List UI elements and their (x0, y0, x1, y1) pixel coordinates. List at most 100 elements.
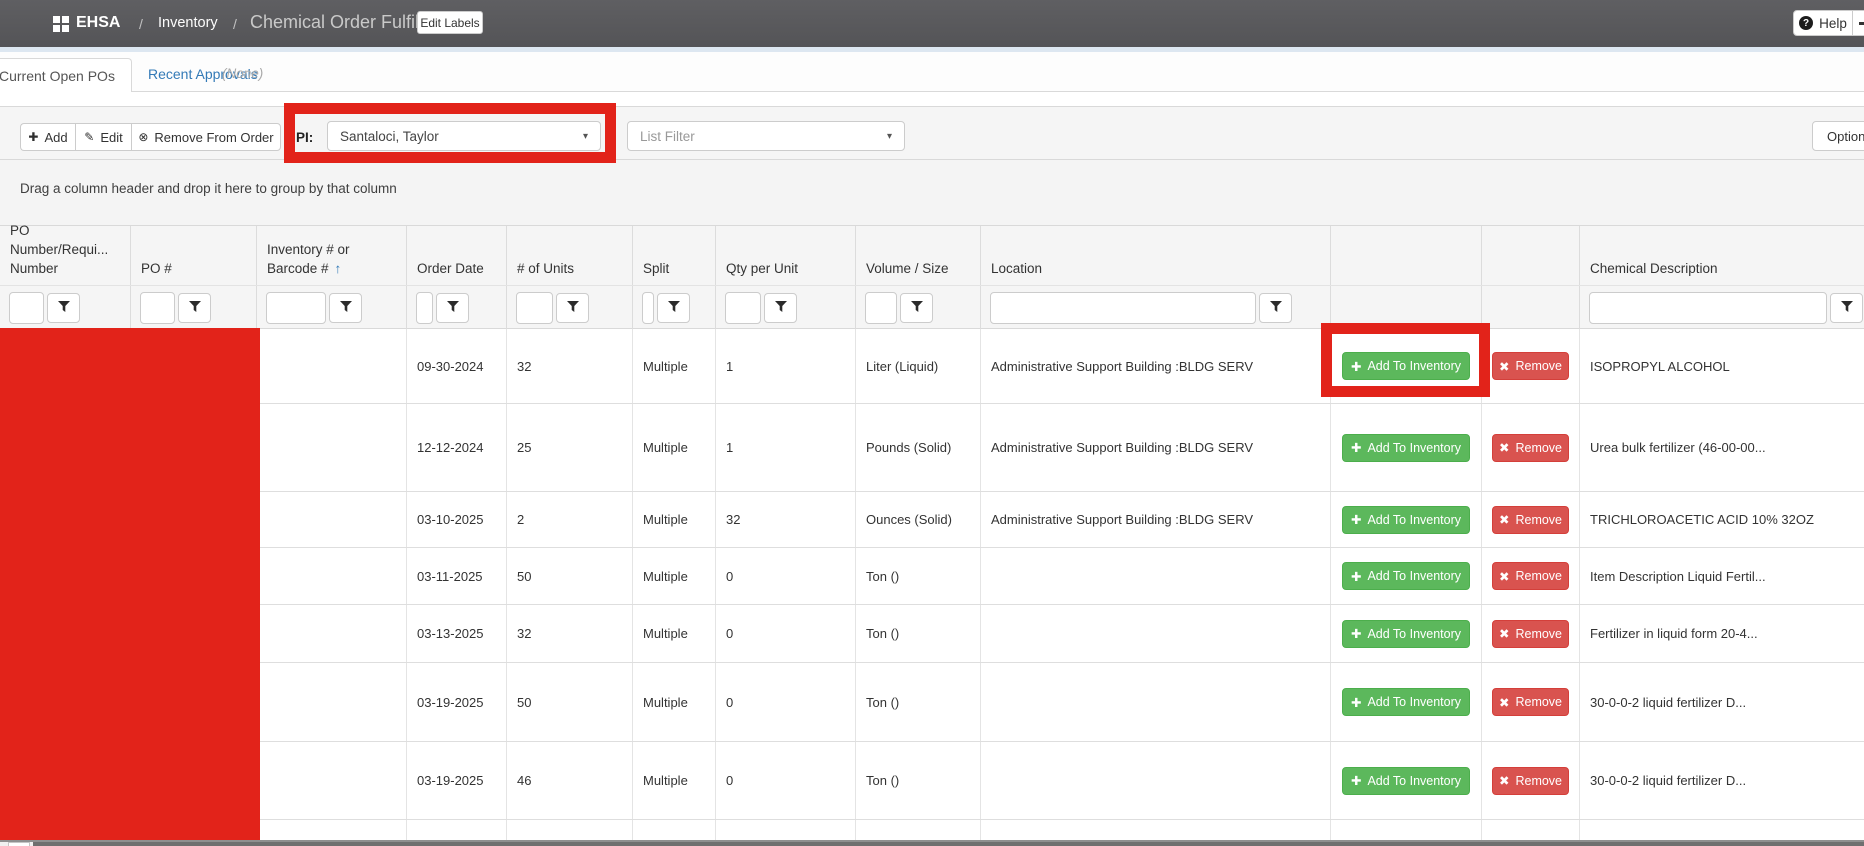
column-header-po-num[interactable]: PO # (131, 226, 257, 285)
app-window: EHSA / Inventory / Chemical Order Fulfil… (0, 0, 1864, 846)
remove-button[interactable]: ✖Remove (1492, 688, 1569, 716)
remove-button[interactable]: ✖Remove (1492, 767, 1569, 795)
add-to-inventory-button[interactable]: ✚Add To Inventory (1342, 620, 1470, 648)
cell-units: 50 (507, 548, 633, 604)
cell-chemical-description: Urea bulk fertilizer (46-00-00... (1580, 404, 1864, 491)
pencil-icon: ✎ (84, 130, 94, 144)
edit-button[interactable]: ✎ Edit (75, 123, 131, 151)
filter-funnel-button-qty-per-unit[interactable] (764, 293, 797, 323)
edit-labels-button[interactable]: Edit Labels (417, 11, 483, 34)
column-header-po-number-requisition[interactable]: PONumber/Requi...Number (0, 226, 131, 285)
cell-units: 25 (507, 404, 633, 491)
cell-empty (1482, 820, 1580, 840)
remove-from-order-button[interactable]: ⊗ Remove From Order (131, 123, 281, 151)
filter-input-units[interactable] (516, 292, 553, 324)
filter-funnel-button-units[interactable] (556, 293, 589, 323)
filter-funnel-button-split[interactable] (657, 293, 690, 323)
remove-button[interactable]: ✖Remove (1492, 506, 1569, 534)
cell-split: Multiple (633, 404, 716, 491)
column-header-chemical-description[interactable]: Chemical Description (1580, 226, 1864, 285)
cell-empty (1331, 820, 1482, 840)
add-to-inventory-button[interactable]: ✚Add To Inventory (1342, 688, 1470, 716)
cell-location (981, 605, 1331, 662)
column-header-split[interactable]: Split (633, 226, 716, 285)
horizontal-scrollbar-thumb[interactable] (33, 842, 1864, 846)
filter-funnel-button-order-date[interactable] (436, 293, 469, 323)
filter-funnel-button-po-num[interactable] (178, 293, 211, 323)
column-header-add-to-inventory[interactable] (1331, 226, 1482, 285)
cell-volume-size: Ton () (856, 742, 981, 819)
cell-add-to-inventory: ✚Add To Inventory (1331, 404, 1482, 491)
funnel-icon (1270, 300, 1282, 315)
brand-ehsa[interactable]: EHSA (76, 14, 120, 32)
add-to-inventory-button[interactable]: ✚Add To Inventory (1342, 562, 1470, 590)
filter-input-qty-per-unit[interactable] (725, 292, 761, 324)
plus-icon: ✚ (1351, 569, 1361, 584)
filter-funnel-button-location[interactable] (1259, 293, 1292, 323)
cell-chemical-description: Item Description Liquid Fertil... (1580, 548, 1864, 604)
filter-input-location[interactable] (990, 292, 1256, 324)
remove-button[interactable]: ✖Remove (1492, 562, 1569, 590)
filter-input-po-number-requisition[interactable] (9, 292, 44, 324)
options-button[interactable]: Options ▾ (1812, 121, 1864, 151)
cell-empty (507, 820, 633, 840)
filter-input-order-date[interactable] (416, 292, 433, 324)
breadcrumb-separator: / (233, 16, 237, 32)
help-extra-button[interactable] (1853, 22, 1864, 25)
filter-funnel-button-chemical-description[interactable] (1830, 293, 1863, 323)
column-header-order-date[interactable]: Order Date (407, 226, 507, 285)
column-header-inventory-barcode[interactable]: Inventory # orBarcode #↑ (257, 226, 407, 285)
cell-split: Multiple (633, 663, 716, 741)
help-label: Help (1819, 16, 1847, 31)
cell-order-date: 03-13-2025 (407, 605, 507, 662)
help-button[interactable]: ? Help (1794, 11, 1853, 35)
breadcrumb-inventory[interactable]: Inventory (158, 15, 218, 31)
remove-button[interactable]: ✖Remove (1492, 352, 1569, 380)
cell-qty-per-unit: 1 (716, 404, 856, 491)
filter-input-po-num[interactable] (140, 292, 175, 324)
filter-funnel-button-po-number-requisition[interactable] (47, 293, 80, 323)
sort-ascending-icon: ↑ (335, 261, 342, 276)
filter-input-split[interactable] (642, 292, 654, 324)
list-filter-dropdown[interactable]: List Filter ▾ (627, 121, 905, 151)
remove-button[interactable]: ✖Remove (1492, 620, 1569, 648)
help-button-group[interactable]: ? Help (1793, 10, 1864, 36)
plus-icon: ✚ (1351, 773, 1361, 788)
add-to-inventory-button[interactable]: ✚Add To Inventory (1342, 506, 1470, 534)
column-header-volume-size[interactable]: Volume / Size (856, 226, 981, 285)
filter-funnel-button-volume-size[interactable] (900, 293, 933, 323)
cell-add-to-inventory: ✚Add To Inventory (1331, 492, 1482, 547)
cell-chemical-description: Fertilizer in liquid form 20-4... (1580, 605, 1864, 662)
column-header-remove[interactable] (1482, 226, 1580, 285)
add-to-inventory-button[interactable]: ✚Add To Inventory (1342, 434, 1470, 462)
cell-inventory-barcode (257, 663, 407, 741)
tab-current-open-pos[interactable]: Current Open POs (0, 58, 132, 92)
column-header-location[interactable]: Location (981, 226, 1331, 285)
filter-cell-remove (1482, 286, 1580, 329)
annotation-pi-highlight (284, 103, 616, 163)
scrollbar-left-button[interactable] (8, 842, 30, 846)
cell-order-date: 12-12-2024 (407, 404, 507, 491)
remove-button[interactable]: ✖Remove (1492, 434, 1569, 462)
x-icon: ✖ (1499, 773, 1509, 788)
filter-cell-inventory-barcode (257, 286, 407, 329)
column-header-qty-per-unit[interactable]: Qty per Unit (716, 226, 856, 285)
app-grid-icon[interactable] (53, 16, 70, 33)
cell-add-to-inventory: ✚Add To Inventory (1331, 663, 1482, 741)
cell-chemical-description: 30-0-0-2 liquid fertilizer D... (1580, 742, 1864, 819)
add-button[interactable]: ✚ Add (20, 123, 75, 151)
cell-remove: ✖Remove (1482, 663, 1580, 741)
cell-empty (856, 820, 981, 840)
cell-location (981, 548, 1331, 604)
cell-units: 46 (507, 742, 633, 819)
column-header-units[interactable]: # of Units (507, 226, 633, 285)
funnel-icon (189, 300, 201, 315)
filter-input-chemical-description[interactable] (1589, 292, 1827, 324)
add-to-inventory-button[interactable]: ✚Add To Inventory (1342, 767, 1470, 795)
filter-input-volume-size[interactable] (865, 292, 897, 324)
filter-input-inventory-barcode[interactable] (266, 292, 326, 324)
cell-volume-size: Liter (Liquid) (856, 329, 981, 403)
filter-funnel-button-inventory-barcode[interactable] (329, 293, 362, 323)
remove-from-order-label: Remove From Order (154, 130, 273, 145)
cell-inventory-barcode (257, 329, 407, 403)
